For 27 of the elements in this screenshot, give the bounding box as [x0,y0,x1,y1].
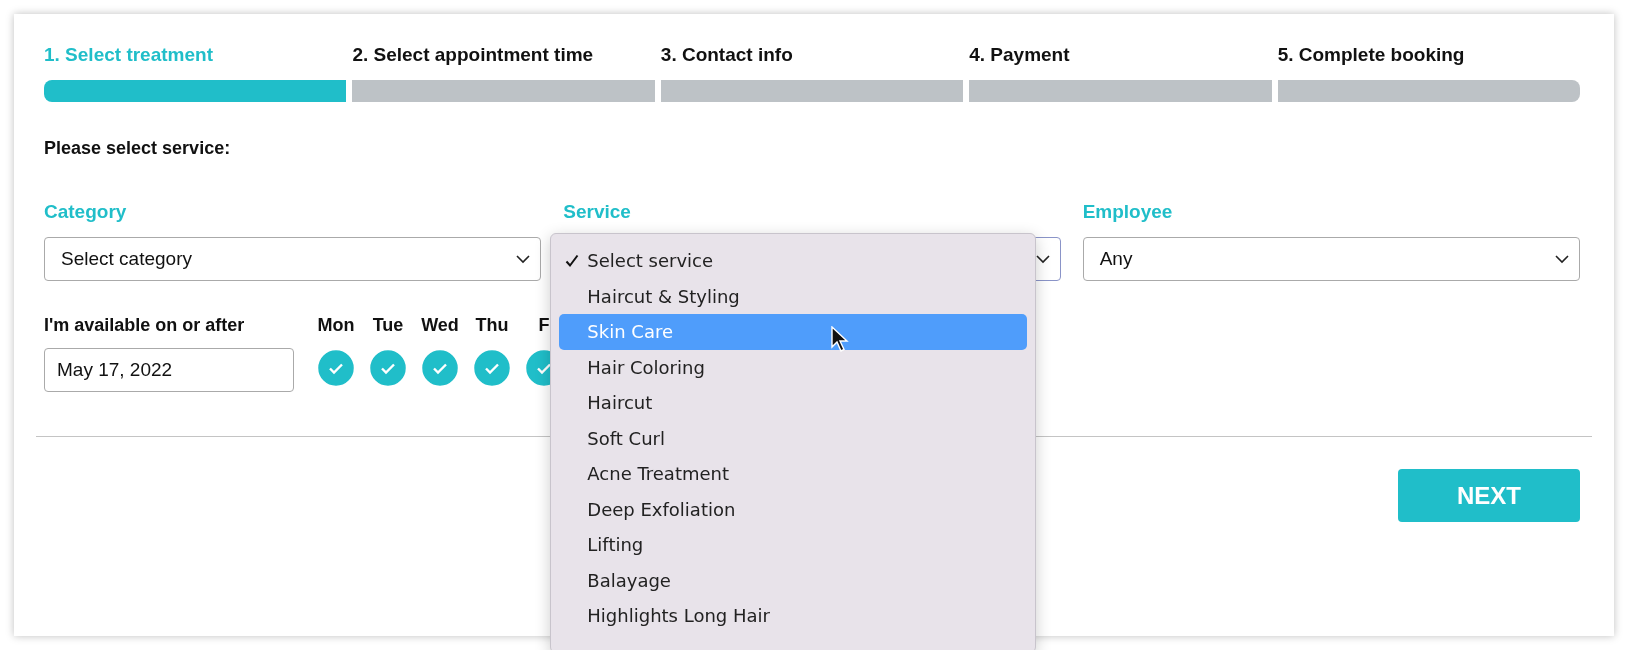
field-label: Category [44,201,128,223]
dropdown-option[interactable]: Balayage [559,562,1028,598]
weekday-label: Thu [475,315,509,336]
dropdown-option[interactable]: Hair Coloring [559,349,1028,385]
weekday-label: F [538,315,550,336]
field-label: I'm available on or after [44,315,246,336]
dropdown-option[interactable]: Haircut [559,385,1028,421]
weekday-label: Mon [317,315,355,336]
step-label[interactable]: 5. Complete booking [1277,44,1581,66]
dropdown-option[interactable]: Select service [559,243,1028,279]
dropdown-option[interactable]: Lifting [559,527,1028,563]
dropdown-option[interactable]: Soft Curl [559,420,1028,456]
step-label[interactable]: 3. Contact info [660,44,964,66]
select-field[interactable]: Any [1082,237,1580,281]
dropdown-option[interactable]: Highlights Long Hair [559,598,1028,634]
date-field[interactable]: May 17, 2022 [44,348,294,392]
dropdown-option[interactable]: Acne Treatment [559,456,1028,492]
step-label[interactable]: 4. Payment [969,44,1272,66]
weekday-label: Wed [421,315,459,336]
section-heading: Please select service: [44,138,232,159]
select-field[interactable]: Select category [44,237,542,281]
dropdown-option[interactable]: Deep Exfoliation [559,491,1028,527]
dropdown-option[interactable]: Haircut & Styling [559,278,1028,314]
step-label[interactable]: 2. Select appointment time [352,44,655,66]
weekday-label: Tue [372,315,404,336]
field-label: Employee [1082,201,1174,223]
field-label: Service [563,201,632,223]
